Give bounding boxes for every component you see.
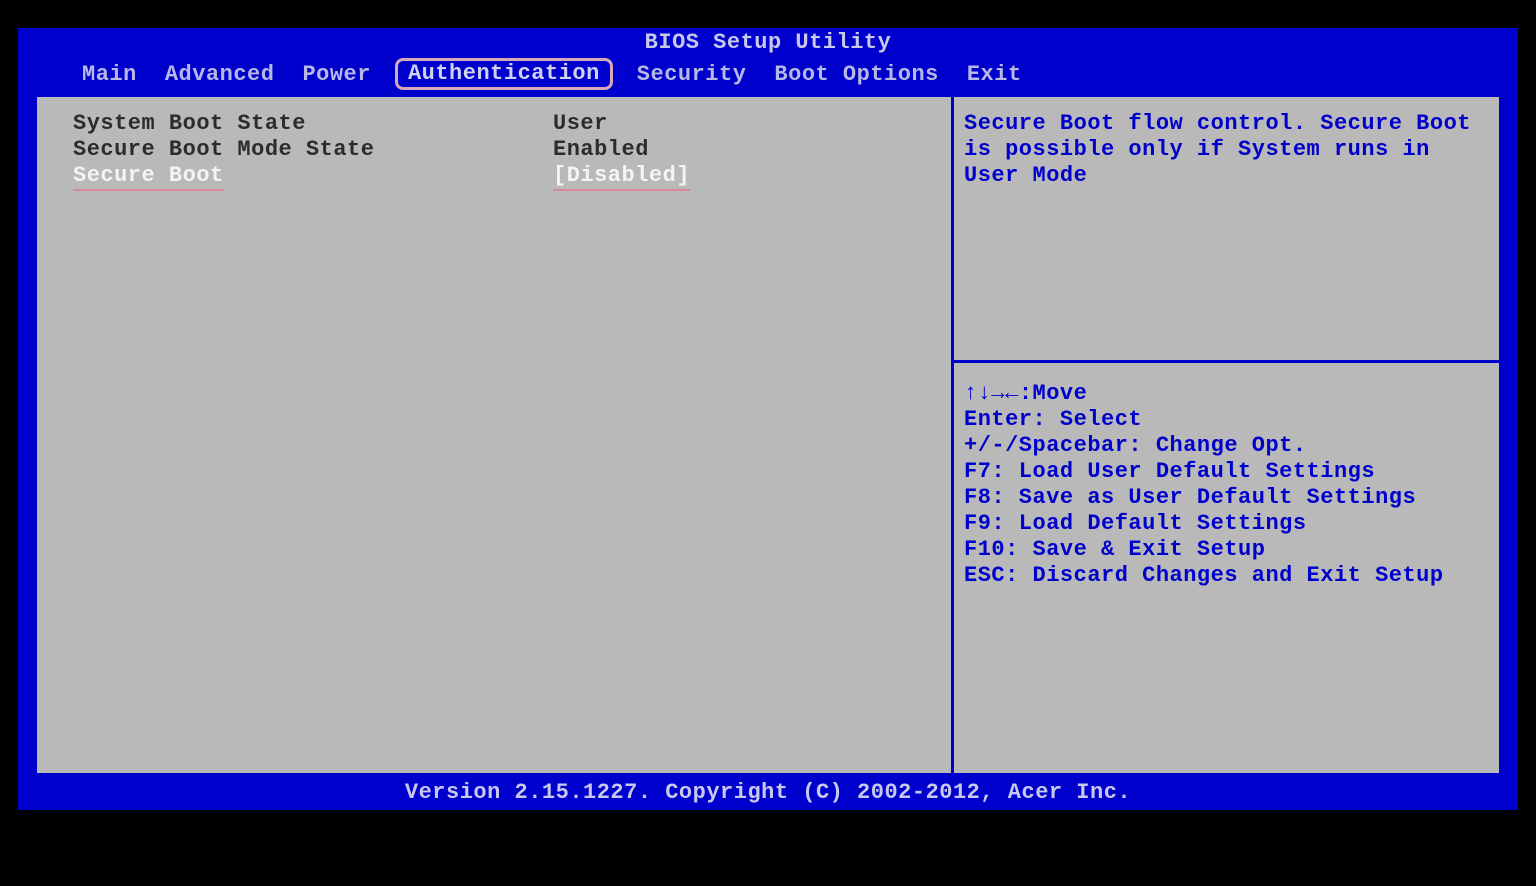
help-panel: Secure Boot flow control. Secure Boot is…: [954, 94, 1502, 776]
nav-hint-f9: F9: Load Default Settings: [964, 511, 1489, 537]
tab-security[interactable]: Security: [633, 62, 751, 88]
tab-exit[interactable]: Exit: [963, 62, 1026, 88]
bios-screen: BIOS Setup Utility Main Advanced Power A…: [18, 28, 1518, 810]
nav-hint-f7: F7: Load User Default Settings: [964, 459, 1489, 485]
page-title: BIOS Setup Utility: [18, 28, 1518, 58]
tab-authentication[interactable]: Authentication: [395, 58, 613, 90]
setting-label: System Boot State: [73, 111, 553, 137]
settings-panel: System Boot State User Secure Boot Mode …: [34, 94, 954, 776]
tab-advanced[interactable]: Advanced: [161, 62, 279, 88]
arrow-keys-icon: ↑↓→←: [964, 381, 1019, 406]
nav-hint-f10: F10: Save & Exit Setup: [964, 537, 1489, 563]
tab-main[interactable]: Main: [78, 62, 141, 88]
setting-row[interactable]: System Boot State User: [73, 111, 917, 137]
nav-hint-move: ↑↓→←:Move: [964, 381, 1489, 407]
nav-hint-f8: F8: Save as User Default Settings: [964, 485, 1489, 511]
menu-bar: Main Advanced Power Authentication Secur…: [18, 58, 1518, 92]
nav-hint-esc: ESC: Discard Changes and Exit Setup: [964, 563, 1489, 589]
setting-row-secure-boot[interactable]: Secure Boot [Disabled]: [73, 163, 917, 189]
divider: [954, 360, 1499, 363]
footer: Version 2.15.1227. Copyright (C) 2002-20…: [18, 776, 1518, 810]
content-area: System Boot State User Secure Boot Mode …: [34, 94, 1502, 776]
nav-hints: ↑↓→←:Move Enter: Select +/-/Spacebar: Ch…: [964, 381, 1489, 589]
setting-row[interactable]: Secure Boot Mode State Enabled: [73, 137, 917, 163]
setting-label: Secure Boot: [73, 163, 553, 189]
tab-power[interactable]: Power: [298, 62, 375, 88]
help-text: Secure Boot flow control. Secure Boot is…: [964, 111, 1489, 189]
setting-value[interactable]: [Disabled]: [553, 163, 690, 189]
setting-label: Secure Boot Mode State: [73, 137, 553, 163]
tab-boot-options[interactable]: Boot Options: [770, 62, 942, 88]
nav-hint-change: +/-/Spacebar: Change Opt.: [964, 433, 1489, 459]
nav-hint-select: Enter: Select: [964, 407, 1489, 433]
setting-value: Enabled: [553, 137, 649, 163]
setting-value: User: [553, 111, 608, 137]
